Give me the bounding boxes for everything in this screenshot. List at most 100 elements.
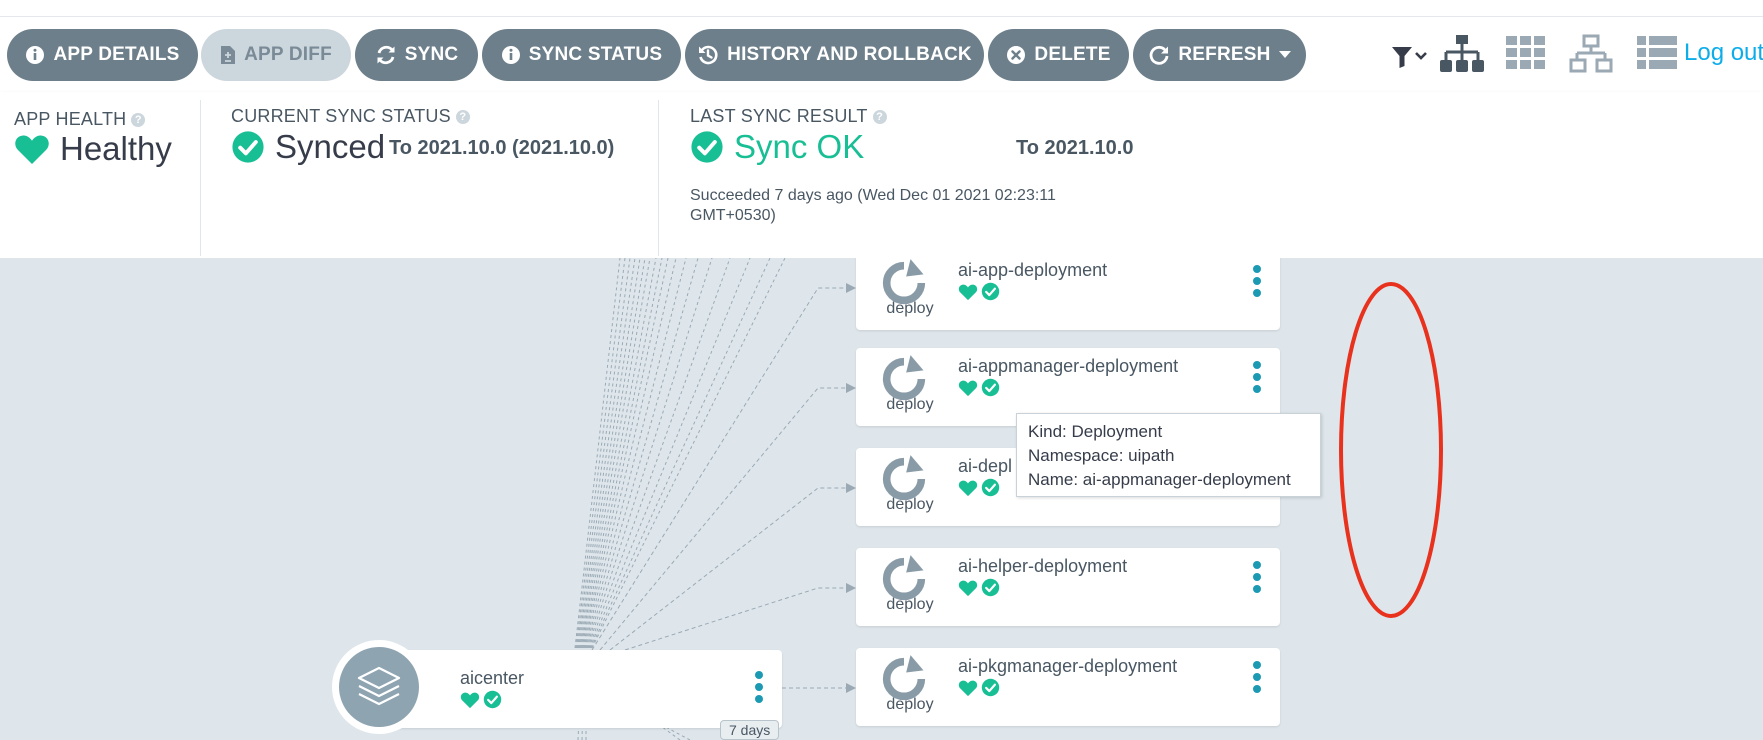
- delete-button[interactable]: DELETE: [988, 29, 1129, 81]
- age-badge: 7 days: [720, 720, 780, 740]
- resource-kind: deploy: [886, 396, 934, 413]
- last-sync-text: Sync OK: [734, 128, 865, 165]
- heart-icon: [958, 379, 978, 397]
- divider: [658, 100, 659, 256]
- info-icon: [25, 45, 45, 65]
- last-sync-detail-line: GMT+0530): [690, 207, 776, 224]
- resource-status: [958, 478, 1000, 497]
- heart-icon: [958, 679, 978, 697]
- heart-icon: [958, 283, 978, 301]
- resource-tree-canvas[interactable]: deploy ai-app-deployment deploy ai-appma…: [0, 258, 1763, 740]
- history-icon: [697, 44, 719, 66]
- resource-node-ai-app-deployment[interactable]: deploy ai-app-deployment: [856, 258, 1280, 330]
- check-circle-icon: [231, 130, 265, 164]
- app-icon: [332, 640, 426, 734]
- resource-kind: deploy: [886, 496, 934, 513]
- toolbar: APP DETAILS APP DIFF SYNC SYNC STATUS HI…: [0, 17, 1763, 92]
- current-sync-revision: To 2021.10.0 (2021.10.0): [389, 137, 615, 159]
- more-menu-icon[interactable]: [1252, 660, 1262, 694]
- resource-kind: deploy: [886, 696, 934, 713]
- last-sync-detail: Succeeded 7 days ago (Wed Dec 01 2021 02…: [690, 186, 1056, 226]
- filter-icon[interactable]: [1390, 43, 1430, 71]
- last-sync-detail-line: Succeeded 7 days ago (Wed Dec 01 2021 02…: [690, 187, 1056, 204]
- resource-status: [958, 282, 1000, 301]
- caret-down-icon: [1278, 51, 1291, 59]
- check-circle-icon: [981, 678, 1000, 697]
- more-menu-icon[interactable]: [1252, 264, 1262, 298]
- more-menu-icon[interactable]: [1252, 560, 1262, 594]
- sync-status-label: SYNC STATUS: [528, 44, 663, 65]
- pods-view-icon[interactable]: [1506, 36, 1546, 70]
- resource-kind: deploy: [886, 596, 934, 613]
- history-and-rollback-button[interactable]: HISTORY AND ROLLBACK: [685, 29, 984, 81]
- tree-view-icon[interactable]: [1439, 34, 1485, 74]
- current-sync-value: Synced: [231, 128, 385, 166]
- list-view-icon[interactable]: [1637, 36, 1677, 70]
- logout-link[interactable]: Log out: [1684, 39, 1763, 67]
- app-diff-button[interactable]: APP DIFF: [201, 29, 351, 81]
- check-circle-icon: [690, 130, 724, 164]
- current-sync-heading: CURRENT SYNC STATUS ?: [231, 106, 470, 127]
- file-diff-icon: [220, 45, 236, 65]
- tooltip-kind: Kind: Deployment: [1028, 422, 1163, 441]
- refresh-label: REFRESH: [1178, 44, 1271, 65]
- resource-status: [958, 578, 1000, 597]
- app-health-label: APP HEALTH: [14, 109, 127, 129]
- check-circle-icon: [981, 578, 1000, 597]
- check-circle-icon: [981, 478, 1000, 497]
- app-status: [460, 690, 502, 709]
- delete-label: DELETE: [1034, 44, 1111, 65]
- resource-tooltip: Kind: Deployment Namespace: uipath Name:…: [1016, 413, 1321, 497]
- last-sync-revision: To 2021.10.0: [1016, 137, 1134, 159]
- sync-button[interactable]: SYNC: [355, 29, 478, 81]
- current-sync-label: CURRENT SYNC STATUS: [231, 106, 451, 126]
- resource-name: ai-pkgmanager-deployment: [958, 656, 1178, 676]
- app-details-label: APP DETAILS: [53, 44, 180, 65]
- app-health-value: Healthy: [14, 130, 172, 168]
- app-diff-label: APP DIFF: [244, 44, 332, 65]
- delete-icon: [1006, 45, 1026, 65]
- tooltip-name: Name: ai-appmanager-deployment: [1028, 470, 1291, 489]
- more-menu-icon[interactable]: [1252, 360, 1262, 394]
- history-and-rollback-label: HISTORY AND ROLLBACK: [727, 44, 972, 65]
- resource-kind: deploy: [886, 300, 934, 317]
- resource-node-ai-pkgmanager-deployment[interactable]: deploy ai-pkgmanager-deployment: [856, 648, 1280, 726]
- check-circle-icon: [981, 378, 1000, 397]
- help-icon[interactable]: ?: [131, 112, 146, 127]
- sync-status-button[interactable]: SYNC STATUS: [482, 29, 681, 81]
- divider: [200, 100, 201, 256]
- info-icon: [501, 45, 521, 65]
- heart-icon: [14, 132, 50, 166]
- sync-icon: [375, 44, 397, 66]
- resource-name: ai-helper-deployment: [958, 556, 1128, 576]
- refresh-icon: [1148, 44, 1170, 66]
- heart-icon: [958, 479, 978, 497]
- sync-label: SYNC: [404, 44, 459, 65]
- heart-icon: [460, 691, 480, 709]
- help-icon[interactable]: ?: [455, 109, 470, 124]
- check-circle-icon: [483, 690, 502, 709]
- last-sync-value: Sync OK: [690, 128, 864, 166]
- status-panel: APP HEALTH ? Healthy CURRENT SYNC STATUS…: [0, 92, 1763, 258]
- resource-status: [958, 378, 1000, 397]
- resource-node-ai-helper-deployment[interactable]: deploy ai-helper-deployment: [856, 548, 1280, 626]
- app-health-heading: APP HEALTH ?: [14, 109, 146, 130]
- network-view-icon[interactable]: [1569, 34, 1613, 74]
- app-node-aicenter[interactable]: aicenter: [378, 650, 782, 728]
- current-sync-text: Synced: [275, 128, 386, 165]
- check-circle-icon: [981, 282, 1000, 301]
- app-details-button[interactable]: APP DETAILS: [7, 29, 198, 81]
- more-menu-icon[interactable]: [754, 670, 764, 704]
- last-sync-heading: LAST SYNC RESULT ?: [690, 106, 887, 127]
- help-icon[interactable]: ?: [872, 109, 887, 124]
- last-sync-label: LAST SYNC RESULT: [690, 106, 868, 126]
- tooltip-namespace: Namespace: uipath: [1028, 446, 1175, 465]
- app-name: aicenter: [460, 668, 525, 688]
- resource-name: ai-appmanager-deployment: [958, 356, 1179, 376]
- resource-status: [958, 678, 1000, 697]
- resource-name: ai-app-deployment: [958, 260, 1108, 280]
- layers-icon: [357, 666, 401, 706]
- refresh-button[interactable]: REFRESH: [1133, 29, 1306, 81]
- resource-name: ai-depl: [958, 456, 1013, 476]
- red-annotation-ellipse: [1339, 282, 1443, 618]
